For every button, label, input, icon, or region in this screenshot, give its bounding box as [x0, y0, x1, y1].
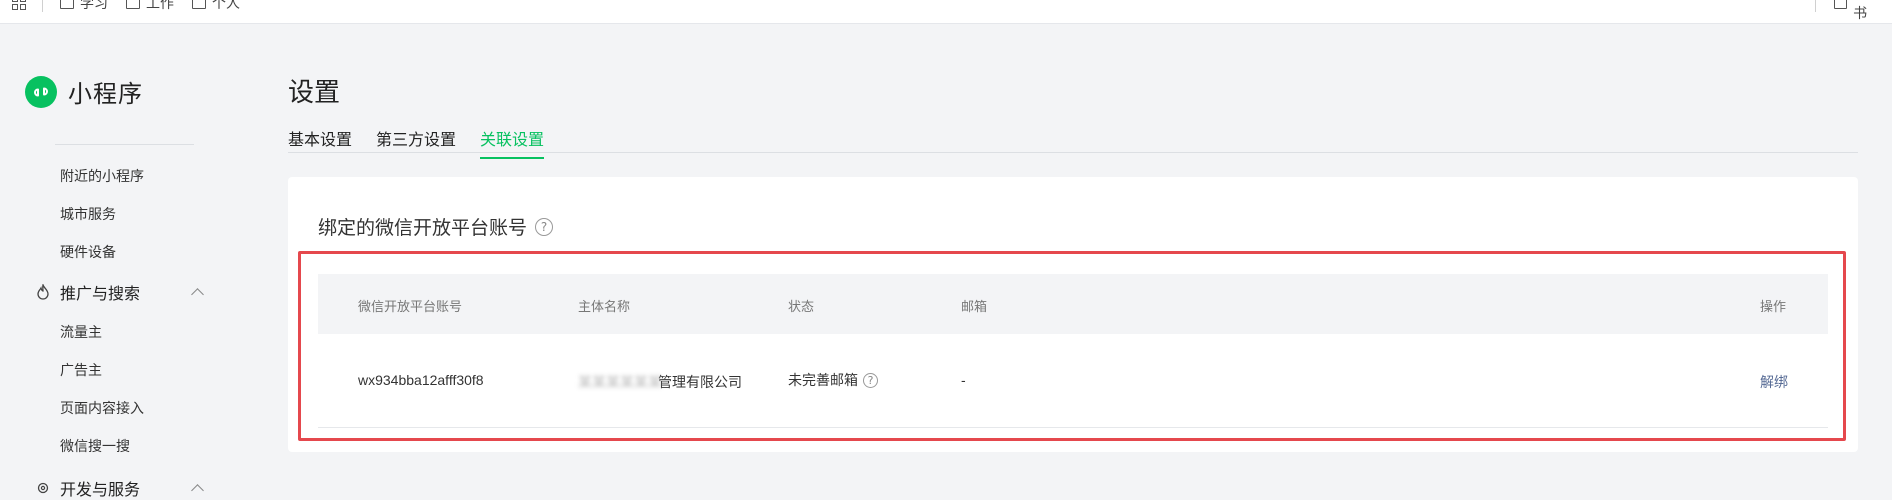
app-name: 小程序 [68, 81, 143, 108]
bookmark-all[interactable]: 所有书 [1834, 0, 1892, 21]
entity-name-suffix: 管理有限公司 [658, 374, 742, 390]
column-header-action: 操作 [1760, 299, 1787, 314]
column-header-entity: 主体名称 [578, 299, 631, 314]
folder-icon [60, 0, 74, 9]
bookmark-label: 学习 [80, 0, 108, 11]
sidebar-item-city-service[interactable]: 城市服务 [60, 204, 116, 224]
settings-tabs: 基本设置 第三方设置 关联设置 [288, 124, 1858, 159]
sidebar-item-wechat-search[interactable]: 微信搜一搜 [60, 436, 130, 456]
column-header-account: 微信开放平台账号 [358, 299, 463, 314]
sidebar-item-page-content[interactable]: 页面内容接入 [60, 398, 144, 418]
tab-third-party-settings[interactable]: 第三方设置 [376, 126, 456, 157]
sidebar-group-dev-service[interactable]: 开发与服务 [36, 476, 204, 500]
folder-icon [1834, 0, 1848, 9]
cell-account: wx934bba12afff30f8 [358, 372, 484, 388]
cell-entity: 某某某某某某 管理有限公司 [578, 372, 742, 392]
column-header-status: 状态 [788, 299, 815, 314]
card-title: 绑定的微信开放平台账号 ? [318, 213, 554, 240]
entity-name-redacted: 某某某某某某 [578, 374, 662, 390]
unbind-link[interactable]: 解绑 [1760, 372, 1788, 392]
sidebar-item-hardware[interactable]: 硬件设备 [60, 242, 116, 262]
folder-icon [192, 0, 206, 9]
bookmarks-separator [1815, 0, 1816, 12]
sidebar-group-promotion[interactable]: 推广与搜索 [36, 280, 204, 304]
question-circle-icon[interactable]: ? [535, 217, 554, 236]
gear-icon [36, 481, 50, 495]
question-circle-icon[interactable]: ? [863, 372, 878, 388]
bookmarks-bar: 学习 工作 个人 所有书 [0, 0, 1892, 24]
main-content: 设置 基本设置 第三方设置 关联设置 绑定的微信开放平台账号 ? 微信开放平台账… [288, 24, 1858, 484]
page-title: 设置 [288, 77, 341, 107]
table-header: 微信开放平台账号 主体名称 状态 邮箱 操作 [318, 274, 1828, 334]
fire-icon [36, 282, 50, 300]
chevron-up-icon [191, 287, 204, 301]
sidebar-item-advertiser[interactable]: 广告主 [60, 360, 102, 380]
bookmark-study[interactable]: 学习 [60, 0, 108, 12]
card-title-text: 绑定的微信开放平台账号 [318, 218, 528, 239]
bookmark-label: 所有书 [1853, 0, 1881, 21]
status-text: 未完善邮箱 [788, 372, 858, 388]
sidebar: 小程序 附近的小程序 城市服务 硬件设备 推广与搜索 流量主 广告主 页面内容接… [0, 24, 260, 499]
apps-grid-icon[interactable] [12, 0, 28, 12]
sidebar-divider [55, 144, 194, 145]
sidebar-item-traffic-owner[interactable]: 流量主 [60, 322, 102, 342]
app-logo[interactable]: 小程序 [25, 74, 143, 109]
column-header-email: 邮箱 [961, 299, 988, 314]
cell-status: 未完善邮箱 ? [788, 370, 878, 390]
cell-email: - [961, 372, 966, 388]
bookmark-label: 工作 [146, 0, 174, 11]
open-platform-card: 绑定的微信开放平台账号 ? 微信开放平台账号 主体名称 状态 邮箱 操作 wx9… [288, 177, 1858, 452]
tab-basic-settings[interactable]: 基本设置 [288, 126, 352, 157]
bookmark-personal[interactable]: 个人 [192, 0, 240, 12]
folder-icon [126, 0, 140, 9]
sidebar-group-label: 推广与搜索 [60, 286, 141, 303]
bookmark-label: 个人 [212, 0, 240, 11]
chevron-up-icon [191, 483, 204, 497]
miniprogram-logo-icon [25, 75, 57, 108]
bookmark-work[interactable]: 工作 [126, 0, 174, 12]
sidebar-group-label: 开发与服务 [60, 482, 141, 499]
sidebar-item-nearby[interactable]: 附近的小程序 [60, 166, 144, 186]
table-row: wx934bba12afff30f8 某某某某某某 管理有限公司 未完善邮箱 ?… [318, 334, 1828, 428]
bookmarks-separator [42, 0, 43, 12]
tab-linked-settings[interactable]: 关联设置 [480, 126, 545, 159]
